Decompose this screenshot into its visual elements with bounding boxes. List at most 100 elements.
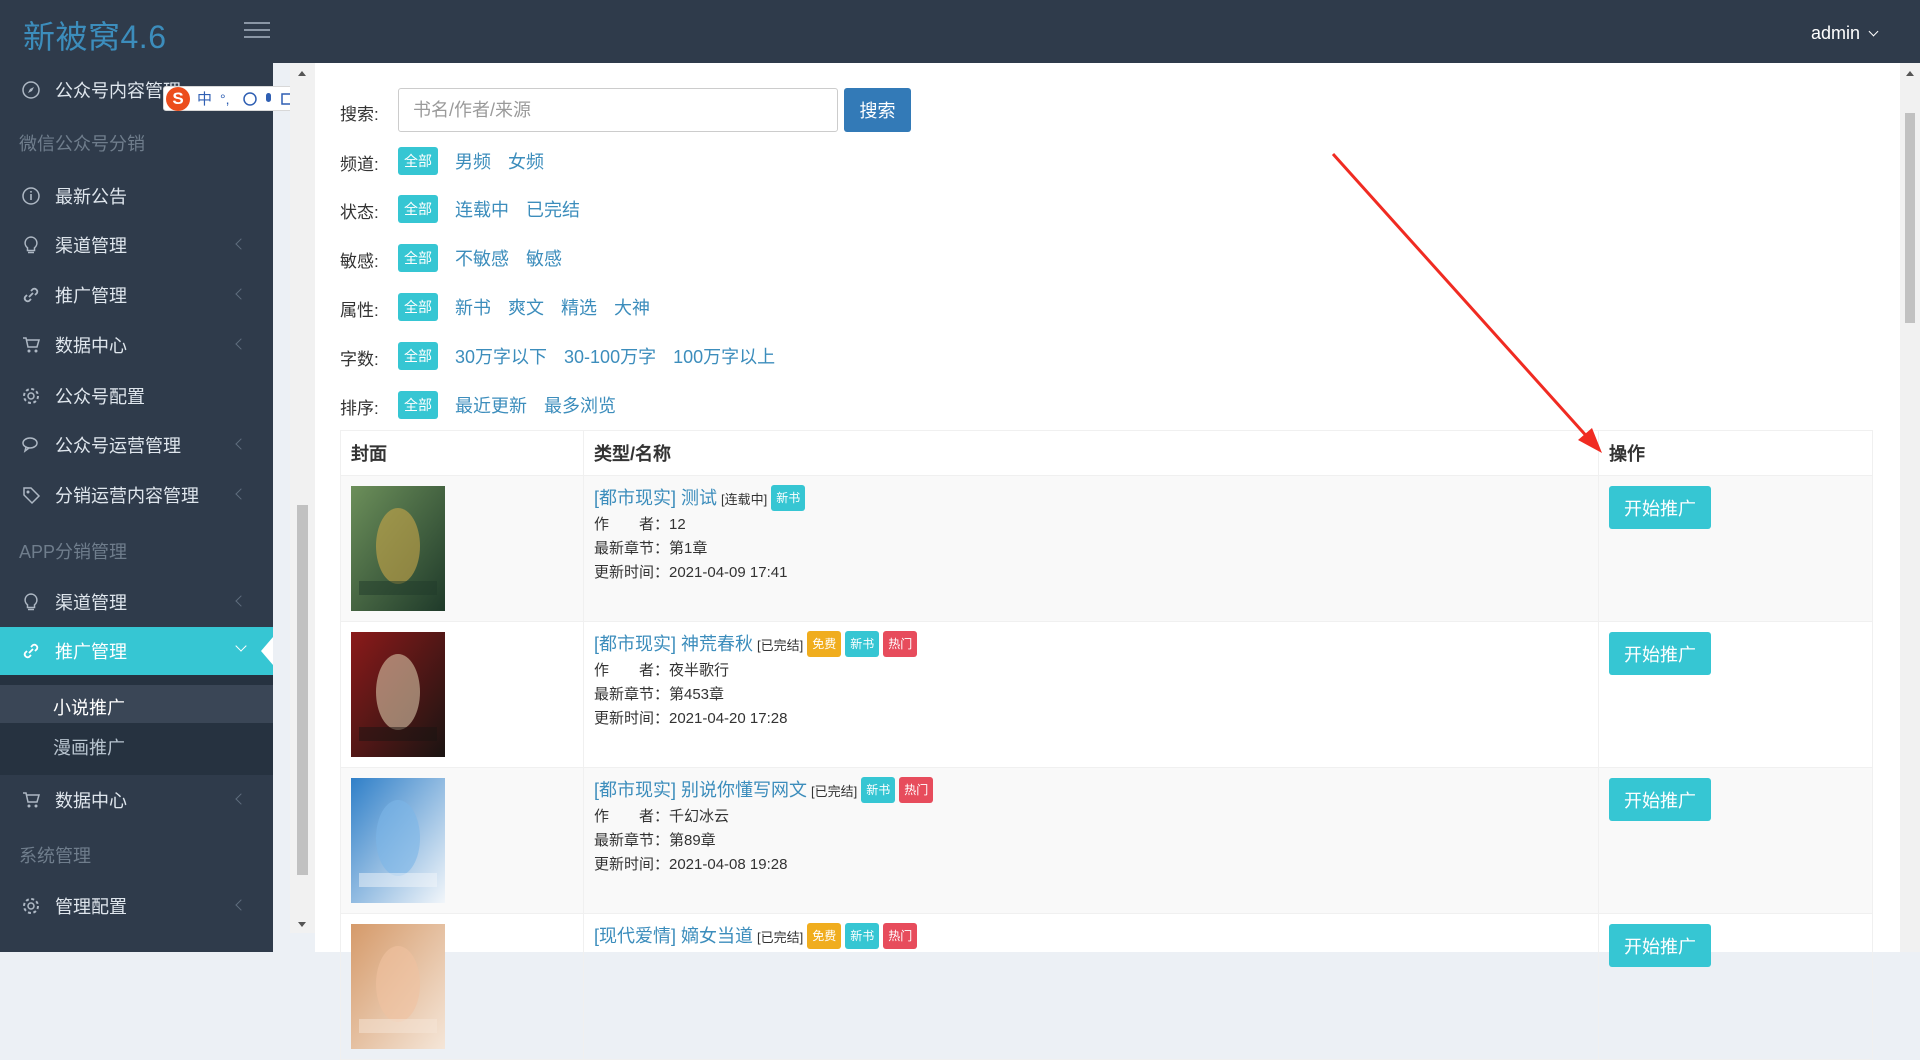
cover-cell (340, 621, 584, 768)
action-cell: 开始推广 (1598, 475, 1873, 622)
sidebar-item-app-promotion[interactable]: 推广管理 (0, 627, 273, 675)
scrollbar-thumb[interactable] (297, 505, 308, 875)
filter-option-selected[interactable]: 全部 (398, 293, 438, 321)
scroll-down-arrow-icon[interactable] (298, 922, 306, 927)
search-button[interactable]: 搜索 (844, 88, 911, 132)
filter-option-selected[interactable]: 全部 (398, 244, 438, 272)
scroll-up-arrow-icon[interactable] (298, 71, 306, 76)
sidebar-item-label: 分销运营内容管理 (55, 486, 199, 506)
action-cell: 开始推广 (1598, 767, 1873, 914)
filter-option[interactable]: 男频 (455, 148, 491, 174)
sidebar-item-channel[interactable]: 渠道管理 (0, 221, 273, 269)
book-title-link[interactable]: [现代爱情] 嫡女当道 (594, 926, 753, 946)
start-promotion-button[interactable]: 开始推广 (1609, 632, 1711, 675)
filter-options: 全部 30万字以下 30-100万字 100万字以上 (398, 342, 792, 370)
sidebar-item-distribution-content[interactable]: 分销运营内容管理 (0, 471, 273, 519)
book-cover-image[interactable] (351, 632, 445, 757)
link-icon (20, 284, 42, 306)
filter-option[interactable]: 不敏感 (455, 245, 509, 271)
chevron-left-icon (235, 238, 247, 250)
filter-options: 全部 不敏感 敏感 (398, 244, 579, 272)
book-table: 封面 类型/名称 操作 [都市现实] 测试 [连载中] 新书作 者：12 最新章节：第… (340, 430, 1873, 1060)
filter-option[interactable]: 大神 (614, 294, 650, 320)
chevron-left-icon (235, 338, 247, 350)
sogou-logo-icon[interactable]: S (166, 86, 190, 111)
sidebar-item-label: 渠道管理 (55, 236, 127, 256)
start-promotion-button[interactable]: 开始推广 (1609, 924, 1711, 967)
book-title-link[interactable]: [都市现实] 测试 (594, 488, 717, 508)
info-cell: [都市现实] 测试 [连载中] 新书作 者：12 最新章节：第1章 更新时间：2021-… (583, 475, 1599, 622)
submenu-item-comic-promotion[interactable]: 漫画推广 (53, 734, 125, 760)
book-title-link[interactable]: [都市现实] 神荒春秋 (594, 634, 753, 654)
active-indicator (261, 637, 273, 665)
filter-label: 频道: (340, 155, 379, 174)
user-menu[interactable]: admin (1811, 23, 1879, 44)
info-cell: [都市现实] 神荒春秋 [已完结] 免费 新书 热门作 者：夜半歌行 最新章节：第453章… (583, 621, 1599, 768)
filter-option[interactable]: 最多浏览 (544, 392, 616, 418)
submenu-item-novel-promotion[interactable]: 小说推广 (53, 694, 125, 720)
tag-badge: 新书 (845, 923, 880, 949)
brand-logo[interactable]: 新被窝4.6 (23, 12, 167, 58)
filter-option[interactable]: 30万字以下 (455, 343, 547, 369)
chevron-left-icon (235, 288, 247, 300)
filter-option[interactable]: 女频 (508, 148, 544, 174)
book-cover-image[interactable] (351, 924, 445, 1049)
filter-option-selected[interactable]: 全部 (398, 147, 438, 175)
link-icon (20, 640, 42, 662)
sidebar-item-announcements[interactable]: 最新公告 (0, 172, 273, 220)
tag-badge: 新书 (771, 485, 806, 511)
gear-icon (20, 385, 42, 407)
filter-option[interactable]: 30-100万字 (564, 343, 656, 369)
filter-option[interactable]: 100万字以上 (673, 343, 775, 369)
chevron-left-icon (235, 793, 247, 805)
filter-option[interactable]: 爽文 (508, 294, 544, 320)
sidebar-scrollbar[interactable] (290, 63, 315, 933)
filter-option[interactable]: 精选 (561, 294, 597, 320)
scroll-up-arrow-icon[interactable] (1906, 71, 1914, 76)
sidebar-item-app-channel[interactable]: 渠道管理 (0, 578, 273, 626)
filter-option[interactable]: 连载中 (455, 196, 509, 222)
chevron-left-icon (235, 595, 247, 607)
filter-option-selected[interactable]: 全部 (398, 342, 438, 370)
filter-option[interactable]: 新书 (455, 294, 491, 320)
filter-option-selected[interactable]: 全部 (398, 195, 438, 223)
tag-badge: 新书 (861, 777, 896, 803)
sidebar-item-label: 推广管理 (55, 286, 127, 306)
filter-options: 全部 男频 女频 (398, 147, 561, 175)
book-status: [已完结] (757, 638, 804, 653)
filter-option-selected[interactable]: 全部 (398, 391, 438, 419)
table-row: [都市现实] 神荒春秋 [已完结] 免费 新书 热门作 者：夜半歌行 最新章节：第453章… (340, 621, 1873, 768)
book-cover-image[interactable] (351, 778, 445, 903)
sidebar-item-label: 最新公告 (55, 187, 127, 207)
book-author: 作 者：夜半歌行 (594, 662, 730, 679)
tag-badge: 热门 (899, 777, 934, 803)
book-status: [连载中] (721, 492, 768, 507)
book-title-link[interactable]: [都市现实] 别说你懂写网文 (594, 780, 807, 800)
sidebar-item-data-center[interactable]: 数据中心 (0, 321, 273, 369)
lightbulb-icon (20, 234, 42, 256)
sidebar-item-wechat-config[interactable]: 公众号配置 (0, 372, 273, 420)
page-scrollbar[interactable] (1900, 63, 1920, 952)
sidebar-section-app: APP分销管理 (19, 542, 128, 562)
start-promotion-button[interactable]: 开始推广 (1609, 778, 1711, 821)
hamburger-menu-icon[interactable] (244, 22, 270, 40)
sidebar-item-label: 公众号运营管理 (55, 436, 181, 456)
sidebar-item-label: 渠道管理 (55, 593, 127, 613)
ime-mode-label[interactable]: 中 (197, 88, 212, 109)
filter-option[interactable]: 已完结 (526, 196, 580, 222)
book-cover-image[interactable] (351, 486, 445, 611)
tag-icon (20, 484, 42, 506)
start-promotion-button[interactable]: 开始推广 (1609, 486, 1711, 529)
sidebar-item-admin-config[interactable]: 管理配置 (0, 882, 273, 930)
sidebar-item-wechat-operations[interactable]: 公众号运营管理 (0, 421, 273, 469)
sidebar-item-promotion[interactable]: 推广管理 (0, 271, 273, 319)
search-input[interactable] (398, 88, 838, 132)
filter-option[interactable]: 最近更新 (455, 392, 527, 418)
search-label: 搜索: (340, 105, 379, 124)
scrollbar-thumb[interactable] (1905, 113, 1915, 323)
column-header-cover: 封面 (340, 430, 584, 476)
sidebar-item-app-data-center[interactable]: 数据中心 (0, 776, 273, 824)
filter-option[interactable]: 敏感 (526, 245, 562, 271)
filter-label: 字数: (340, 350, 379, 369)
filter-options: 全部 最近更新 最多浏览 (398, 391, 633, 419)
